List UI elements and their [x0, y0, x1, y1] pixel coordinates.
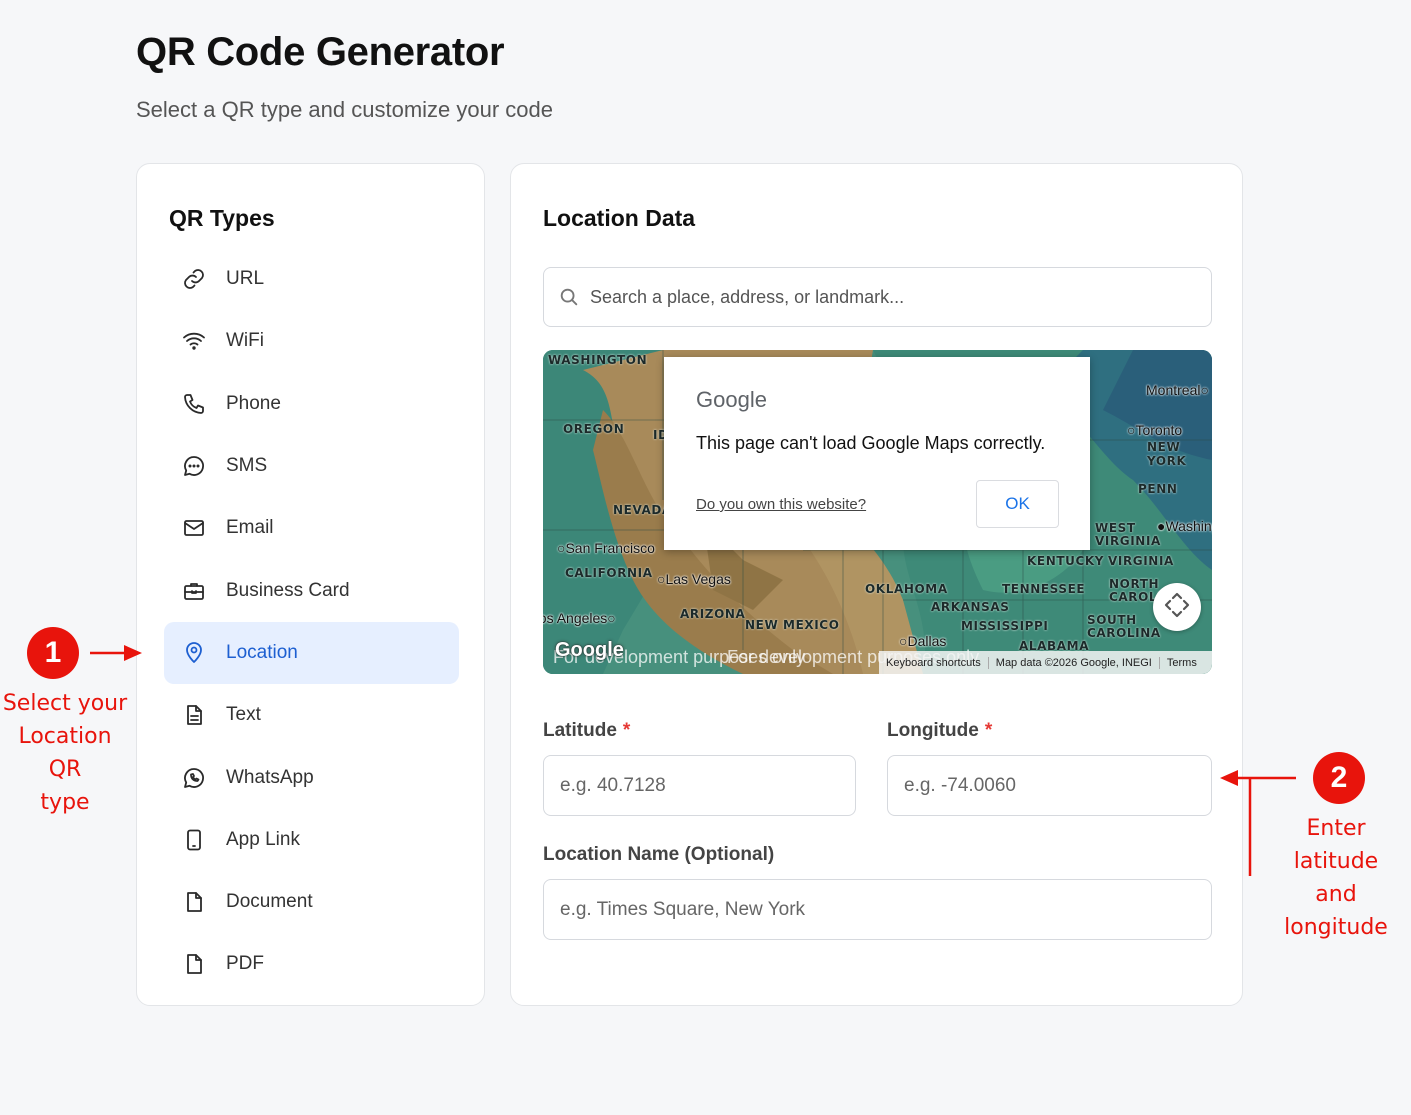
map-region-label: CALIFORNIA: [565, 566, 653, 580]
map-region-label: OKLAHOMA: [865, 582, 948, 596]
qr-type-phone[interactable]: Phone: [164, 373, 459, 435]
move-arrows-icon: [1163, 591, 1191, 624]
whatsapp-icon: [181, 765, 207, 791]
longitude-label: Longitude *: [887, 720, 993, 741]
qr-type-business-card[interactable]: Business Card: [164, 560, 459, 622]
map-error-message: This page can't load Google Maps correct…: [696, 433, 1046, 453]
qr-type-label: Text: [226, 704, 261, 725]
qr-types-title: QR Types: [169, 205, 275, 231]
map-data-credit: Map data ©2026 Google, INEGI: [989, 656, 1160, 669]
map-pin-icon: [181, 640, 207, 666]
latitude-input[interactable]: [543, 755, 856, 816]
google-map-logo: Google: [555, 639, 624, 661]
map-region-label: PENN: [1138, 482, 1178, 496]
map-region-label: TENNESSEE: [1002, 582, 1086, 596]
document-icon: [181, 889, 207, 915]
map-camera-control[interactable]: [1153, 583, 1201, 631]
qr-type-location[interactable]: Location: [164, 622, 459, 684]
step-1-badge: 1: [27, 627, 79, 679]
location-data-title: Location Data: [543, 205, 696, 231]
map-region-label: ARKANSAS: [931, 600, 1010, 614]
google-logo: Google: [696, 387, 767, 412]
map-region-label: OREGON: [563, 422, 625, 436]
qr-type-label: WhatsApp: [226, 767, 314, 788]
qr-type-label: Document: [226, 891, 313, 912]
link-icon: [181, 266, 207, 292]
location-name-input[interactable]: [543, 879, 1212, 940]
qr-type-label: SMS: [226, 455, 268, 476]
qr-type-pdf[interactable]: PDF: [164, 933, 459, 995]
qr-type-label: WiFi: [226, 330, 264, 351]
qr-type-app-link[interactable]: App Link: [164, 809, 459, 871]
map-dialog-ok-button[interactable]: OK: [976, 480, 1059, 528]
map-region-label: NEW MEXICO: [745, 618, 840, 632]
search-icon: [558, 286, 580, 308]
map-city-label: Los Angeles○: [543, 610, 616, 626]
qr-type-email[interactable]: Email: [164, 497, 459, 559]
map-region-label: WEST VIRGINIA: [1095, 521, 1161, 548]
map-city-label: ○San Francisco: [557, 540, 655, 556]
wifi-icon: [181, 328, 207, 354]
page-title: QR Code Generator: [136, 30, 505, 74]
location-data-panel: Location Data WASHINGTON OREGON ID NEVAD…: [510, 163, 1243, 1006]
longitude-input[interactable]: [887, 755, 1212, 816]
map-city-label: ○Toronto: [1127, 422, 1183, 438]
latitude-label: Latitude *: [543, 720, 631, 741]
qr-types-panel: QR Types URL WiFi Phone SMS Email Busine…: [136, 163, 485, 1006]
map-city-label: ●Washington: [1157, 518, 1212, 534]
step-2-badge: 2: [1313, 752, 1365, 804]
qr-type-text[interactable]: Text: [164, 684, 459, 746]
qr-type-url[interactable]: URL: [164, 248, 459, 310]
qr-type-label: Email: [226, 517, 274, 538]
briefcase-icon: [181, 578, 207, 604]
map-region-label: MISSISSIPPI: [961, 619, 1049, 633]
qr-type-sms[interactable]: SMS: [164, 435, 459, 497]
own-website-link[interactable]: Do you own this website?: [696, 496, 866, 513]
terms-link[interactable]: Terms: [1160, 657, 1204, 669]
map-region-label: WASHINGTON: [548, 353, 648, 367]
map-region-label: NEW YORK: [1147, 440, 1187, 468]
map-error-dialog: Google This page can't load Google Maps …: [664, 357, 1090, 550]
qr-type-label: Location: [226, 642, 298, 663]
step-2-caption: Enter latitude and longitude: [1284, 816, 1388, 940]
map-city-label: Montreal○: [1146, 382, 1209, 398]
location-name-label: Location Name (Optional): [543, 844, 775, 865]
qr-type-whatsapp[interactable]: WhatsApp: [164, 747, 459, 809]
phone-icon: [181, 391, 207, 417]
pdf-file-icon: [181, 951, 207, 977]
qr-type-label: URL: [226, 268, 265, 289]
map-region-label: ARIZONA: [680, 607, 746, 621]
map-region-label: VIRGINIA: [1108, 554, 1174, 568]
page-subtitle: Select a QR type and customize your code: [136, 97, 553, 122]
google-map[interactable]: WASHINGTON OREGON ID NEVADA CALIFORNIA A…: [543, 350, 1212, 674]
text-document-icon: [181, 702, 207, 728]
step-1-caption: Select your Location QR type: [2, 691, 128, 815]
qr-type-label: App Link: [226, 829, 300, 850]
map-region-label: KENTUCKY: [1027, 554, 1105, 568]
qr-type-wifi[interactable]: WiFi: [164, 310, 459, 372]
place-search-input[interactable]: [590, 286, 1190, 308]
envelope-icon: [181, 515, 207, 541]
place-search-box[interactable]: [543, 267, 1212, 327]
qr-type-label: PDF: [226, 953, 264, 974]
keyboard-shortcuts-link[interactable]: Keyboard shortcuts: [879, 656, 989, 669]
qr-type-document[interactable]: Document: [164, 871, 459, 933]
map-attribution-bar: Keyboard shortcuts Map data ©2026 Google…: [879, 651, 1212, 674]
map-region-label: SOUTH CAROLINA: [1087, 613, 1161, 640]
smartphone-icon: [181, 827, 207, 853]
qr-type-label: Business Card: [226, 580, 350, 601]
qr-type-label: Phone: [226, 393, 281, 414]
map-city-label: ○Las Vegas: [657, 571, 731, 587]
chat-bubble-icon: [181, 453, 207, 479]
